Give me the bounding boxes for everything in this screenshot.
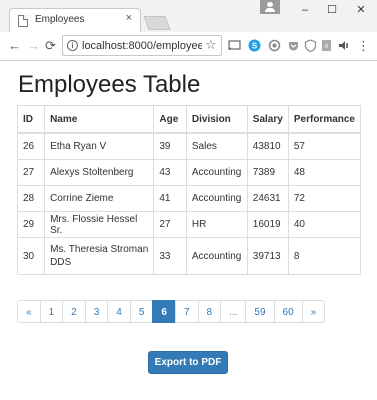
menu-icon[interactable]: ⋮ (357, 39, 370, 52)
page-link-6-active[interactable]: 6 (152, 300, 176, 323)
column-header-division: Division (185, 105, 248, 134)
bookmark-star-icon[interactable]: ☆ (205, 37, 217, 53)
cell-id: 29 (16, 211, 46, 238)
table-header-row: ID Name Age Division Salary Performance (16, 105, 362, 134)
close-window-button[interactable]: ✕ (347, 0, 375, 20)
column-header-salary: Salary (246, 105, 289, 134)
pdf-icon[interactable]: A (320, 39, 333, 52)
cell-name: Corrine Zieme (44, 185, 155, 212)
reload-icon[interactable]: ⟳ (45, 38, 56, 54)
tab-title: Employees (35, 14, 85, 25)
page-link-3[interactable]: 3 (84, 300, 109, 323)
page-link-59[interactable]: 59 (245, 300, 275, 323)
cell-salary: 39713 (246, 237, 289, 275)
page-link-5[interactable]: 5 (129, 300, 154, 323)
cell-name: Etha Ryan V (44, 132, 155, 160)
cell-division: Accounting (185, 237, 248, 275)
info-icon[interactable]: i (67, 40, 78, 51)
page-next-link[interactable]: » (301, 300, 326, 323)
address-bar[interactable]: i localhost:8000/employees?p ☆ (62, 35, 222, 56)
cell-performance: 72 (287, 185, 362, 212)
cell-id: 27 (16, 159, 46, 186)
browser-titlebar: Employees × – ☐ ✕ (0, 0, 377, 32)
column-header-id: ID (16, 105, 46, 134)
table-row: 29 Mrs. Flossie Hessel Sr. 27 HR 16019 4… (16, 211, 362, 238)
page-link-60[interactable]: 60 (273, 300, 303, 323)
tab-close-icon[interactable]: × (126, 12, 132, 24)
column-header-age: Age (153, 105, 187, 134)
cell-performance: 48 (287, 159, 362, 186)
forward-icon[interactable]: → (27, 38, 40, 54)
cell-performance: 40 (287, 211, 362, 238)
table-row: 27 Alexys Stoltenberg 43 Accounting 7389… (16, 159, 362, 186)
table-row: 26 Etha Ryan V 39 Sales 43810 57 (16, 132, 362, 160)
cell-division: Sales (185, 132, 248, 160)
cell-id: 30 (16, 237, 46, 275)
cast-icon[interactable] (228, 39, 241, 52)
profile-icon[interactable] (260, 0, 280, 14)
cell-division: Accounting (185, 185, 248, 212)
cell-salary: 7389 (246, 159, 289, 186)
cell-performance: 57 (287, 132, 362, 160)
cell-salary: 16019 (246, 211, 289, 238)
cell-salary: 24631 (246, 185, 289, 212)
page-title: Employees Table (18, 71, 201, 98)
skype-icon[interactable]: S (248, 39, 261, 52)
cell-performance: 8 (287, 237, 362, 275)
shield-icon[interactable] (304, 39, 317, 53)
cell-id: 26 (16, 132, 46, 160)
cell-age: 39 (153, 132, 187, 160)
page-ellipsis: ... (220, 300, 247, 323)
minimize-button[interactable]: – (291, 0, 319, 20)
cell-salary: 43810 (246, 132, 289, 160)
back-icon[interactable]: ← (8, 38, 21, 54)
column-header-name: Name (44, 105, 155, 134)
cell-age: 41 (153, 185, 187, 212)
cell-age: 33 (153, 237, 187, 275)
svg-text:A: A (324, 44, 328, 50)
page-link-8[interactable]: 8 (197, 300, 222, 323)
column-header-performance: Performance (287, 105, 362, 134)
page-link-2[interactable]: 2 (62, 300, 86, 323)
page-icon (18, 15, 28, 27)
export-pdf-button[interactable]: Export to PDF (148, 351, 228, 374)
cell-age: 27 (153, 211, 187, 238)
cell-name: Alexys Stoltenberg (44, 159, 155, 186)
table-row: 30 Ms. Theresia Stroman DDS 33 Accountin… (16, 237, 362, 275)
cell-division: HR (185, 211, 248, 238)
cell-division: Accounting (185, 159, 248, 186)
employees-table: ID Name Age Division Salary Performance … (16, 105, 362, 275)
audio-icon[interactable] (337, 39, 350, 52)
page-link-4[interactable]: 4 (107, 300, 131, 323)
page-link-1[interactable]: 1 (39, 300, 64, 323)
tab-employees[interactable]: Employees × (9, 8, 141, 32)
pagination: « 1 2 3 4 5 6 7 8 ... 59 60 » (17, 300, 326, 323)
pocket-icon[interactable] (287, 39, 300, 52)
cell-name: Ms. Theresia Stroman DDS (44, 237, 155, 275)
cell-id: 28 (16, 185, 46, 212)
svg-text:S: S (252, 42, 258, 51)
extension-icon[interactable] (268, 39, 281, 52)
maximize-button[interactable]: ☐ (318, 0, 346, 20)
page-link-7[interactable]: 7 (174, 300, 199, 323)
browser-toolbar: ← → ⟳ i localhost:8000/employees?p ☆ S A… (0, 32, 377, 61)
page-prev-link[interactable]: « (17, 300, 41, 323)
cell-name: Mrs. Flossie Hessel Sr. (44, 211, 155, 238)
table-row: 28 Corrine Zieme 41 Accounting 24631 72 (16, 185, 362, 212)
url-text[interactable]: localhost:8000/employees?p (82, 40, 202, 52)
new-tab-button[interactable] (143, 16, 171, 30)
cell-age: 43 (153, 159, 187, 186)
